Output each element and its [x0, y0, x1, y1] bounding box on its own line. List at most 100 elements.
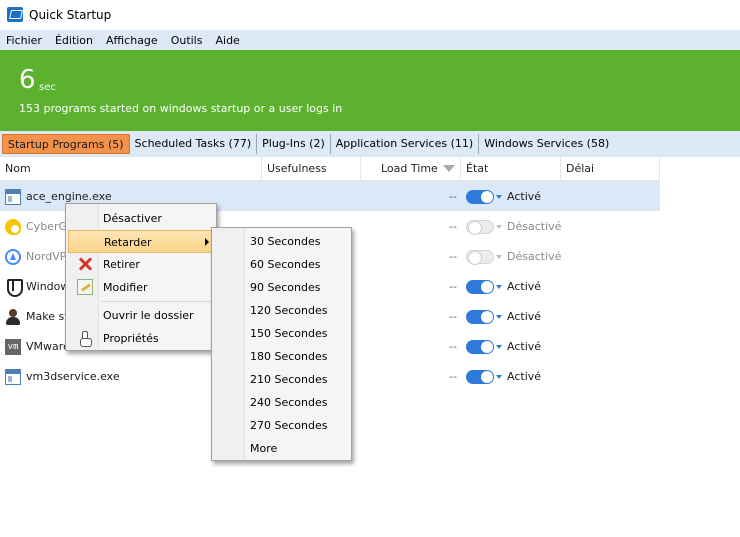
menu-affichage[interactable]: Affichage: [106, 34, 158, 47]
summary-text: 153 programs started on windows startup …: [19, 102, 343, 115]
remove-icon: [77, 256, 93, 272]
submenu-item-more[interactable]: More: [214, 437, 349, 460]
row-load-time: --: [449, 280, 457, 293]
cyberghost-icon: [5, 219, 21, 235]
submenu-item-label: 210 Secondes: [250, 373, 328, 386]
tab-application-services[interactable]: Application Services (11): [331, 134, 480, 154]
window-icon: [5, 189, 21, 205]
context-menu: Désactiver Retarder Retirer Modifier Ouv…: [65, 203, 217, 351]
enable-toggle[interactable]: [466, 370, 494, 384]
table-header: Nom Usefulness Load Time État Délai: [0, 157, 660, 181]
row-state: Désactivé: [507, 220, 562, 233]
nordvpn-icon: [5, 249, 21, 265]
submenu-item-label: 270 Secondes: [250, 419, 328, 432]
submenu-item-180[interactable]: 180 Secondes: [214, 345, 349, 368]
menu-item-retirer[interactable]: Retirer: [68, 253, 214, 276]
summary-banner: 6 sec 153 programs started on windows st…: [0, 50, 740, 131]
tab-bar: Startup Programs (5) Scheduled Tasks (77…: [0, 131, 740, 157]
column-nom[interactable]: Nom: [0, 157, 262, 181]
row-load-time: --: [449, 220, 457, 233]
menu-bar: Fichier Édition Affichage Outils Aide: [0, 30, 740, 50]
enable-toggle[interactable]: [466, 250, 494, 265]
menu-fichier[interactable]: Fichier: [6, 34, 42, 47]
menu-item-desactiver[interactable]: Désactiver: [68, 207, 214, 230]
startup-time-unit: sec: [39, 82, 56, 93]
column-usefulness[interactable]: Usefulness: [262, 157, 361, 181]
toggle-dropdown-icon[interactable]: [496, 225, 502, 229]
submenu-item-30[interactable]: 30 Secondes: [214, 230, 349, 253]
row-name: ace_engine.exe: [26, 190, 112, 203]
row-state: Activé: [507, 190, 542, 203]
enable-toggle[interactable]: [466, 190, 494, 204]
enable-toggle[interactable]: [466, 220, 494, 235]
submenu-item-label: More: [250, 442, 278, 455]
toggle-dropdown-icon[interactable]: [496, 285, 502, 289]
submenu-item-label: 120 Secondes: [250, 304, 328, 317]
toggle-dropdown-icon[interactable]: [496, 255, 502, 259]
row-state: Activé: [507, 370, 542, 383]
submenu-item-120[interactable]: 120 Secondes: [214, 299, 349, 322]
properties-icon: [77, 330, 93, 347]
menu-item-label: Modifier: [103, 281, 148, 294]
submenu-item-210[interactable]: 210 Secondes: [214, 368, 349, 391]
edit-icon: [77, 279, 93, 295]
toggle-dropdown-icon[interactable]: [496, 345, 502, 349]
menu-item-label: Ouvrir le dossier: [103, 309, 194, 322]
enable-toggle[interactable]: [466, 340, 494, 354]
submenu-item-90[interactable]: 90 Secondes: [214, 276, 349, 299]
title-bar: Quick Startup: [0, 0, 740, 30]
menu-edition[interactable]: Édition: [55, 34, 93, 47]
tab-startup-programs[interactable]: Startup Programs (5): [2, 134, 130, 154]
row-load-time: --: [449, 340, 457, 353]
row-state: Activé: [507, 310, 542, 323]
menu-item-label: Propriétés: [103, 332, 159, 345]
shield-icon: [5, 279, 23, 297]
person-icon: [5, 309, 21, 325]
row-load-time: --: [449, 310, 457, 323]
submenu-item-label: 90 Secondes: [250, 281, 321, 294]
submenu-item-270[interactable]: 270 Secondes: [214, 414, 349, 437]
submenu-item-label: 30 Secondes: [250, 235, 321, 248]
menu-item-label: Désactiver: [103, 212, 162, 225]
tab-scheduled-tasks[interactable]: Scheduled Tasks (77): [130, 134, 258, 154]
tab-windows-services[interactable]: Windows Services (58): [479, 134, 614, 154]
submenu-item-label: 180 Secondes: [250, 350, 328, 363]
column-etat[interactable]: État: [461, 157, 561, 181]
enable-toggle[interactable]: [466, 280, 494, 294]
submenu-item-label: 240 Secondes: [250, 396, 328, 409]
menu-item-proprietes[interactable]: Propriétés: [68, 327, 214, 350]
submenu-item-240[interactable]: 240 Secondes: [214, 391, 349, 414]
menu-item-ouvrir-dossier[interactable]: Ouvrir le dossier: [68, 304, 214, 327]
row-name: VMware: [26, 340, 70, 353]
row-load-time: --: [449, 370, 457, 383]
row-load-time: --: [449, 250, 457, 263]
submenu-item-60[interactable]: 60 Secondes: [214, 253, 349, 276]
startup-time-value: 6: [19, 65, 36, 95]
row-name: vm3dservice.exe: [26, 370, 120, 383]
menu-item-label: Retirer: [103, 258, 140, 271]
tab-plug-ins[interactable]: Plug-Ins (2): [257, 134, 331, 154]
row-state: Activé: [507, 340, 542, 353]
menu-outils[interactable]: Outils: [171, 34, 203, 47]
submenu-item-label: 60 Secondes: [250, 258, 321, 271]
toggle-dropdown-icon[interactable]: [496, 195, 502, 199]
enable-toggle[interactable]: [466, 310, 494, 324]
delay-submenu: 30 Secondes 60 Secondes 90 Secondes 120 …: [211, 227, 352, 461]
column-delai[interactable]: Délai: [561, 157, 660, 181]
row-load-time: --: [449, 190, 457, 203]
toggle-dropdown-icon[interactable]: [496, 315, 502, 319]
app-icon: [7, 7, 23, 22]
menu-item-modifier[interactable]: Modifier: [68, 276, 214, 299]
vmware-icon: vm: [5, 339, 21, 355]
menu-item-retarder[interactable]: Retarder: [68, 230, 214, 253]
menu-item-label: Retarder: [104, 236, 152, 249]
submenu-item-label: 150 Secondes: [250, 327, 328, 340]
sort-desc-icon: [443, 165, 455, 172]
menu-separator: [102, 301, 212, 302]
submenu-item-150[interactable]: 150 Secondes: [214, 322, 349, 345]
menu-aide[interactable]: Aide: [215, 34, 239, 47]
submenu-arrow-icon: [205, 238, 209, 246]
row-state: Désactivé: [507, 250, 562, 263]
window-title: Quick Startup: [29, 8, 112, 22]
toggle-dropdown-icon[interactable]: [496, 375, 502, 379]
